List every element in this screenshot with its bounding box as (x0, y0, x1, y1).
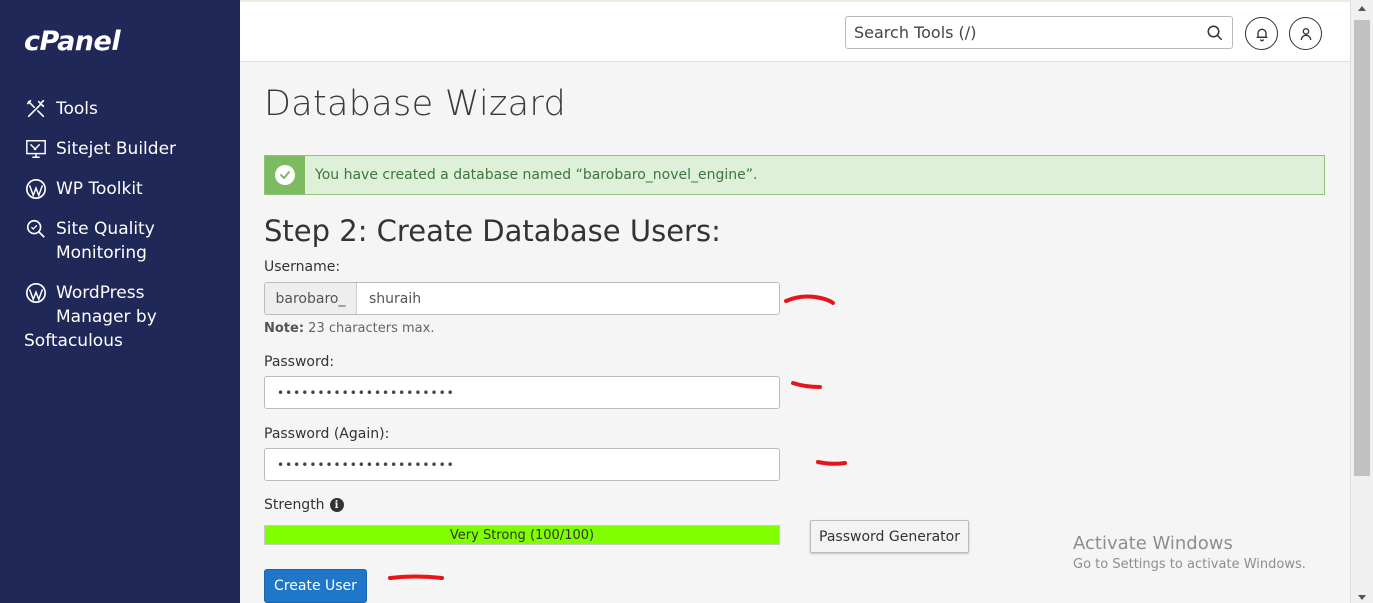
user-icon (1300, 27, 1311, 40)
search-icon[interactable] (1206, 24, 1224, 42)
sidebar-item-label: Softaculous (24, 331, 123, 351)
strength-meter-text: Very Strong (100/100) (449, 527, 595, 543)
sidebar-item-label: WP Toolkit (56, 179, 143, 199)
password-again-input[interactable] (264, 448, 780, 481)
username-input-group: barobaro_ (264, 282, 780, 315)
strength-meter: Very Strong (100/100) (264, 525, 780, 545)
bell-icon (1256, 28, 1267, 41)
sidebar-item-softaculous[interactable]: Softaculous (24, 329, 123, 353)
username-input[interactable] (357, 283, 779, 314)
cpanel-logo[interactable]: cPanel (24, 26, 121, 57)
username-label: Username: (264, 259, 341, 275)
step-title: Step 2: Create Database Users: (264, 214, 721, 248)
password-input[interactable] (264, 376, 780, 409)
sidebar-item-label: Tools (56, 99, 98, 119)
search-input[interactable] (846, 17, 1186, 48)
create-user-button[interactable]: Create User (264, 569, 367, 603)
tools-icon (24, 97, 48, 121)
wordpress-icon (24, 281, 48, 305)
username-prefix: barobaro_ (265, 283, 357, 314)
scrollbar-thumb[interactable] (1354, 20, 1370, 476)
scroll-down-icon[interactable] (1358, 595, 1366, 600)
sidebar: cPanel Tools Sitejet Builder WP Toolkit (0, 0, 240, 603)
strength-label: Strength i (264, 497, 344, 513)
red-mark-password (791, 381, 822, 389)
sidebar-item-tools[interactable]: Tools (24, 97, 98, 121)
search-quality-icon (24, 217, 48, 241)
wordpress-icon (24, 177, 48, 201)
password-again-label: Password (Again): (264, 426, 390, 442)
sidebar-item-label: Sitejet Builder (56, 139, 177, 159)
sidebar-item-wp-toolkit[interactable]: WP Toolkit (24, 177, 143, 201)
red-mark-password-again (816, 460, 847, 466)
red-mark-username (784, 294, 835, 305)
notifications-button[interactable] (1245, 17, 1278, 50)
scroll-up-icon[interactable] (1358, 6, 1366, 11)
info-icon[interactable]: i (329, 498, 344, 512)
sidebar-item-wordpress-manager[interactable]: WordPress Manager by (24, 281, 157, 329)
password-label: Password: (264, 354, 335, 370)
check-circle-icon (275, 165, 295, 185)
monitor-icon (24, 137, 48, 161)
page-scrollbar[interactable] (1350, 0, 1373, 603)
top-bar (240, 0, 1350, 62)
red-mark-create-user (388, 574, 444, 580)
user-menu-button[interactable] (1289, 17, 1322, 50)
search-box[interactable] (845, 16, 1233, 49)
username-note: Note: 23 characters max. (264, 321, 435, 336)
alert-message: You have created a database named “barob… (315, 167, 758, 183)
password-generator-button[interactable]: Password Generator (810, 520, 969, 553)
page-title: Database Wizard (264, 84, 566, 124)
sidebar-item-label: Site Quality Monitoring (56, 219, 155, 263)
sidebar-item-label: WordPress Manager by (56, 283, 157, 327)
sidebar-item-site-quality-monitoring[interactable]: Site Quality Monitoring (24, 217, 155, 265)
activate-windows-watermark: Activate Windows Go to Settings to activ… (1073, 533, 1306, 572)
success-alert: You have created a database named “barob… (264, 155, 1325, 195)
sidebar-item-sitejet-builder[interactable]: Sitejet Builder (24, 137, 176, 161)
